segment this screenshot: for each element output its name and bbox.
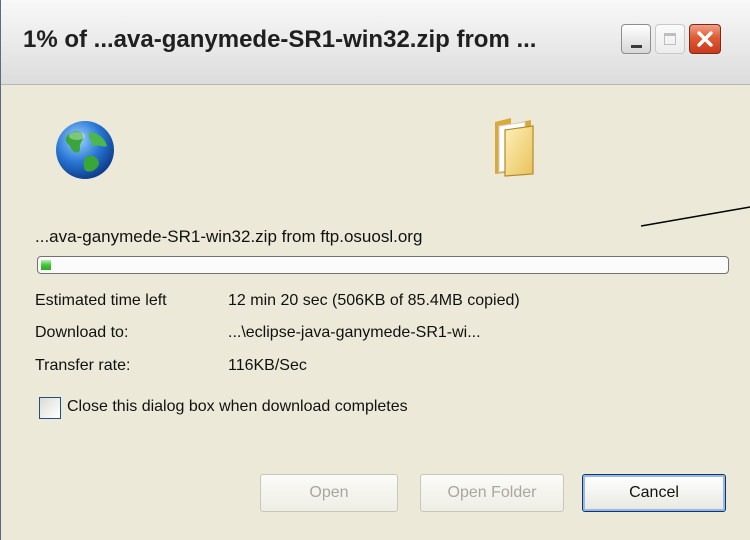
cancel-button[interactable]: Cancel: [582, 474, 726, 512]
transfer-rate-value: 116KB/Sec: [228, 357, 307, 374]
time-left-label: Estimated time left: [35, 292, 167, 309]
open-button[interactable]: Open: [260, 474, 398, 512]
progress-fill: [41, 260, 51, 270]
download-progress-bar: [37, 256, 729, 274]
window-title: 1% of ...ava-ganymede-SR1-win32.zip from…: [23, 26, 537, 53]
minimize-icon: [631, 45, 642, 48]
maximize-button[interactable]: [655, 24, 685, 54]
globe-icon: [56, 121, 114, 179]
transfer-rate-label: Transfer rate:: [35, 357, 131, 374]
pointer-line: [641, 206, 750, 227]
maximize-icon: [664, 33, 676, 45]
close-when-done-checkbox[interactable]: [39, 397, 61, 419]
download-to-label: Download to:: [35, 324, 129, 341]
title-bar[interactable]: 1% of ...ava-ganymede-SR1-win32.zip from…: [1, 0, 750, 85]
folder-icon: [495, 118, 534, 177]
minimize-button[interactable]: [621, 24, 651, 54]
close-when-done-label[interactable]: Close this dialog box when download comp…: [67, 398, 408, 416]
close-button[interactable]: [689, 24, 721, 54]
close-icon: [697, 31, 713, 47]
open-folder-button[interactable]: Open Folder: [420, 474, 564, 512]
download-dialog: 1% of ...ava-ganymede-SR1-win32.zip from…: [0, 0, 750, 540]
download-to-value: ...\eclipse-java-ganymede-SR1-wi...: [228, 324, 481, 341]
file-source-label: ...ava-ganymede-SR1-win32.zip from ftp.o…: [35, 227, 423, 246]
time-left-value: 12 min 20 sec (506KB of 85.4MB copied): [228, 292, 520, 309]
